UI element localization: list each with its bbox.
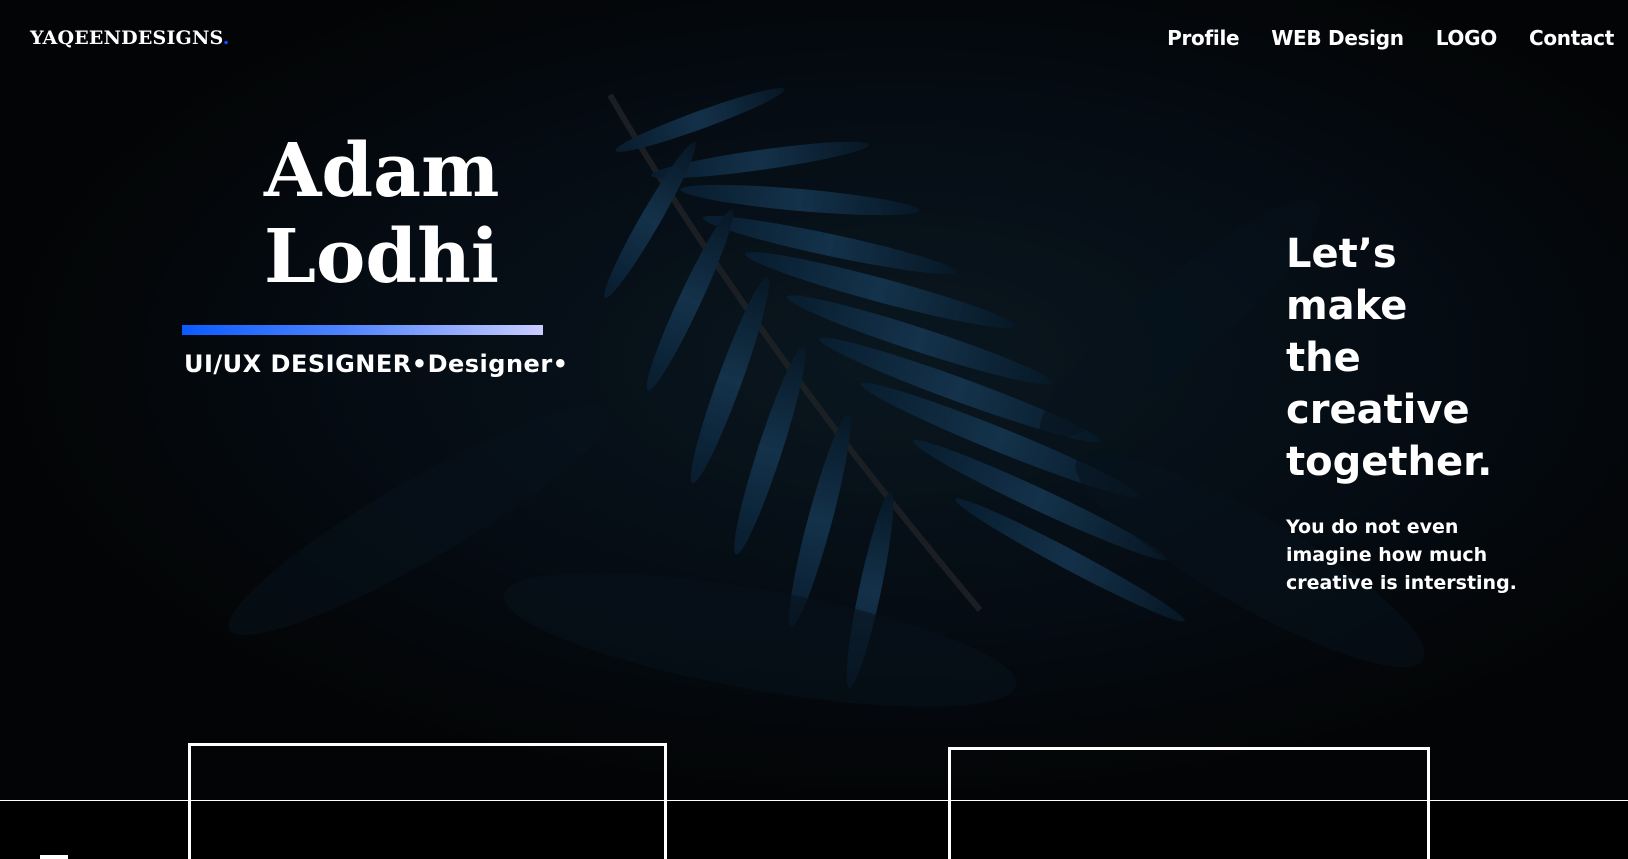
tagline-line: creative [1286,387,1470,433]
tagline-sub-line: You do not even [1286,516,1459,538]
nav-link-contact[interactable]: Contact [1529,26,1614,50]
site-logo[interactable]: YAQEENDESIGNS. [30,27,230,49]
hero-first-name: Adam [264,128,500,214]
hero-last-name: Lodhi [264,214,500,300]
nav-link-logo[interactable]: LOGO [1436,26,1498,50]
hero-name: Adam Lodhi [264,128,499,300]
bottom-left-marker [40,855,68,859]
tagline-sub-line: imagine how much [1286,544,1488,566]
hero-gradient-bar [182,325,543,335]
logo-text: YAQEENDESIGNS [30,27,223,49]
tagline-sub-line: creative is intersting. [1286,572,1517,594]
tagline-line: Let’s [1286,231,1397,277]
nav-link-profile[interactable]: Profile [1167,26,1239,50]
logo-dot: . [222,27,230,49]
tagline-heading: Let’s make the creative together. [1286,228,1492,488]
tagline-line: make [1286,283,1408,329]
tagline-line: the [1286,335,1361,381]
hero-subtitle: UI/UX DESIGNER•Designer• [184,350,569,378]
nav-links: Profile WEB Design LOGO Contact [1167,26,1614,50]
portfolio-page: YAQEENDESIGNS. Profile WEB Design LOGO C… [0,0,1628,859]
project-card-left[interactable] [188,743,667,859]
project-card-right[interactable] [948,747,1430,859]
tagline-line: together. [1286,439,1493,485]
top-navigation: YAQEENDESIGNS. Profile WEB Design LOGO C… [0,0,1628,80]
tagline-description: You do not even imagine how much creativ… [1286,513,1517,597]
nav-link-web-design[interactable]: WEB Design [1271,26,1404,50]
